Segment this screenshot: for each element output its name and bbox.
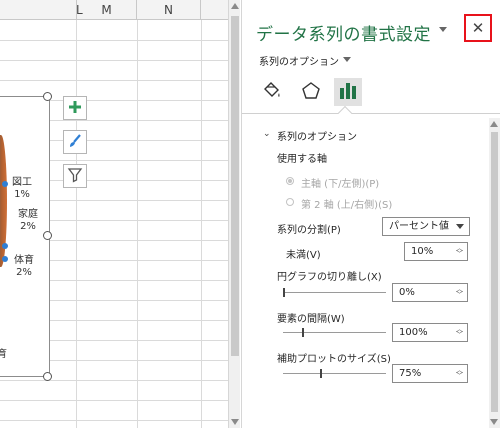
data-label-partial: 育 (0, 349, 7, 360)
stepper-down-icon[interactable]: ﹀ (456, 251, 463, 258)
scroll-up-arrow-icon[interactable] (490, 121, 498, 127)
section-header-series-options[interactable]: 系列のオプション (277, 128, 357, 143)
collapse-chevron-icon[interactable]: ⌄ (263, 129, 271, 139)
secondary-axis-radio[interactable] (286, 198, 294, 206)
stepper-down-icon[interactable]: ﹀ (456, 292, 463, 299)
dropdown-caret-icon (456, 224, 464, 229)
plus-icon (68, 100, 82, 117)
axis-group-label: 使用する軸 (277, 154, 327, 165)
bar-chart-icon (337, 80, 359, 105)
series-options-dropdown-label[interactable]: 系列のオプション (259, 53, 339, 68)
series-options-caret-icon[interactable] (343, 57, 351, 62)
split-series-select[interactable]: パーセント値 (382, 217, 470, 236)
scroll-up-arrow-icon[interactable] (231, 3, 239, 9)
chart-styles-button[interactable] (63, 130, 87, 154)
resize-handle[interactable] (43, 92, 52, 101)
gap-width-stepper[interactable]: 100% ︿ ﹀ (392, 323, 468, 342)
pane-vertical-scrollbar[interactable] (489, 118, 500, 428)
brush-icon (67, 133, 83, 152)
data-label[interactable]: 体育 2% (7, 255, 41, 279)
pie-explosion-slider-thumb[interactable] (283, 288, 285, 297)
resize-handle[interactable] (43, 372, 52, 381)
gap-width-slider[interactable] (283, 332, 386, 333)
format-data-series-pane: データ系列の書式設定 ✕ 系列のオプション ⌄ 系列のオプション 使用する軸 主… (241, 0, 500, 428)
paint-bucket-icon (261, 80, 283, 105)
chart-filters-button[interactable] (63, 164, 87, 188)
filter-icon (67, 167, 83, 186)
spreadsheet-area[interactable]: L M N 図工 1% 家庭 2% 体育 2% 育 (0, 0, 228, 428)
stepper-down-icon[interactable]: ﹀ (456, 373, 463, 380)
column-header: L M N (0, 0, 228, 20)
column-header-n[interactable]: N (137, 0, 201, 20)
gap-width-slider-thumb[interactable] (302, 328, 304, 337)
close-button[interactable]: ✕ (464, 14, 492, 42)
stepper-down-icon[interactable]: ﹀ (456, 332, 463, 339)
data-point[interactable] (2, 243, 8, 249)
data-label[interactable]: 図工 1% (5, 177, 39, 201)
second-plot-size-slider-thumb[interactable] (320, 369, 322, 378)
tab-effects[interactable] (297, 78, 325, 106)
pentagon-icon (300, 80, 322, 105)
chart-elements-button[interactable] (63, 96, 87, 120)
pane-title: データ系列の書式設定 (256, 25, 431, 45)
secondary-axis-label: 第 2 軸 (上/右側)(S) (301, 200, 393, 211)
pie-explosion-label: 円グラフの切り離し(X) (277, 272, 382, 283)
scroll-thumb[interactable] (231, 16, 239, 356)
primary-axis-label: 主軸 (下/左側)(P) (301, 179, 380, 190)
scroll-down-arrow-icon[interactable] (490, 419, 498, 425)
pane-options-caret-icon[interactable] (439, 27, 447, 32)
scroll-down-arrow-icon[interactable] (231, 419, 239, 425)
resize-handle[interactable] (43, 231, 52, 240)
tab-series-options[interactable] (334, 78, 362, 106)
column-header-l[interactable]: L (0, 0, 83, 20)
second-plot-size-label: 補助プロットのサイズ(S) (277, 354, 391, 365)
tab-fill-line[interactable] (258, 78, 286, 106)
less-than-stepper[interactable]: 10% ︿ ﹀ (404, 242, 468, 261)
gap-width-label: 要素の間隔(W) (277, 314, 345, 325)
pie-explosion-stepper[interactable]: 0% ︿ ﹀ (392, 283, 468, 302)
sheet-vertical-scrollbar[interactable] (228, 0, 240, 428)
less-than-label: 未満(V) (286, 250, 321, 261)
data-label[interactable]: 家庭 2% (11, 209, 45, 233)
split-series-label: 系列の分割(P) (277, 225, 341, 236)
second-plot-size-slider[interactable] (283, 373, 386, 374)
second-plot-size-stepper[interactable]: 75% ︿ ﹀ (392, 364, 468, 383)
pie-explosion-slider[interactable] (283, 292, 386, 293)
close-icon: ✕ (471, 19, 485, 37)
primary-axis-radio[interactable] (286, 177, 294, 185)
column-header-m[interactable]: M (77, 0, 137, 20)
pane-scroll-thumb[interactable] (491, 132, 498, 412)
